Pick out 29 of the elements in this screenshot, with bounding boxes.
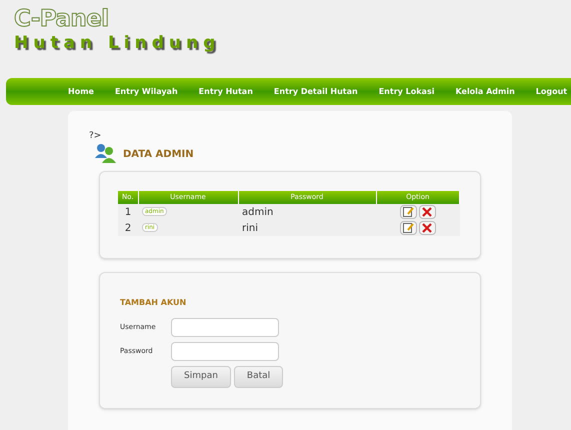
table-cell: admin — [238, 204, 376, 220]
section-title: DATA ADMIN — [123, 148, 194, 162]
edit-icon — [402, 207, 414, 217]
edit-icon — [402, 223, 414, 233]
nav-link[interactable]: Entry Wilayah — [114, 86, 178, 98]
form-button[interactable]: Simpan — [171, 366, 231, 388]
nav-link[interactable]: Entry Detail Hutan — [274, 86, 358, 98]
stray-text: ?> — [89, 131, 102, 141]
nav-link[interactable]: Home — [68, 86, 94, 98]
nav-link[interactable]: Kelola Admin — [455, 86, 515, 98]
delete-button[interactable] — [418, 205, 436, 219]
edit-button[interactable] — [400, 221, 417, 235]
close-icon — [422, 223, 432, 233]
table-cell: 2 — [118, 220, 138, 236]
form-button[interactable]: Batal — [234, 366, 284, 388]
nav-link[interactable]: Entry Hutan — [198, 86, 253, 98]
edit-button[interactable] — [400, 205, 417, 219]
form-title: TAMBAH AKUN — [120, 297, 188, 309]
nav-link[interactable]: Entry Lokasi — [378, 86, 434, 98]
logo-subtitle: Hutan Lindung — [14, 32, 222, 54]
nav-link[interactable]: Logout — [536, 86, 568, 98]
delete-button[interactable] — [418, 221, 436, 235]
input-field[interactable] — [171, 318, 279, 337]
table-cell: 1 — [118, 204, 138, 220]
logo-title: C-Panel — [14, 6, 110, 32]
input-field[interactable] — [171, 342, 279, 361]
users-icon — [95, 143, 117, 163]
close-icon — [422, 207, 432, 217]
table-cell: rini — [238, 220, 376, 236]
